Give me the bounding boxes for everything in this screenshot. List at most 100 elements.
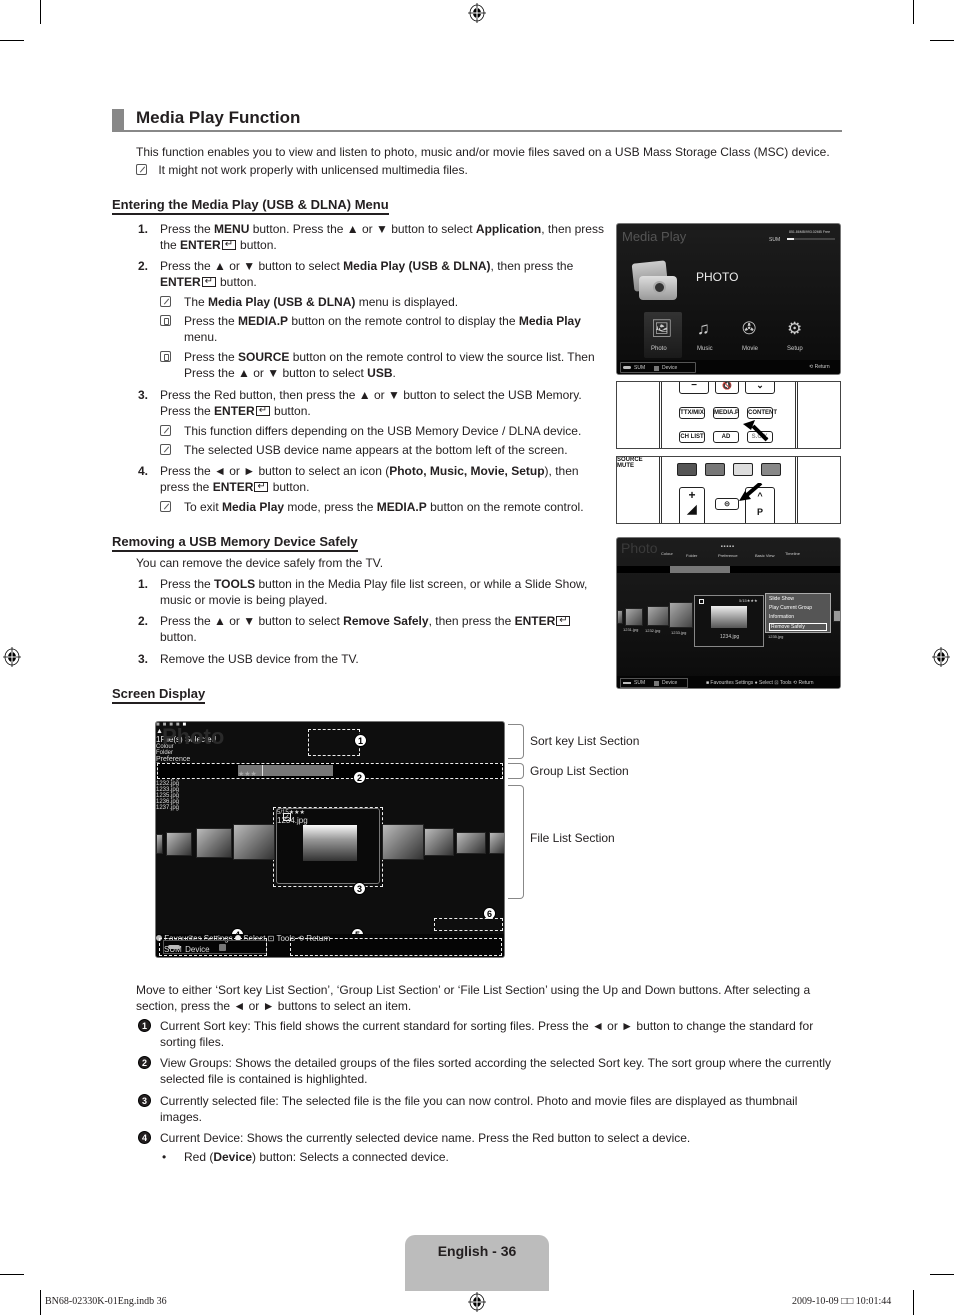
- sort-key-basic-view[interactable]: Basic View: [755, 553, 775, 558]
- storage-bar: [787, 238, 835, 240]
- red-key: [677, 463, 697, 476]
- removing-step-3: Remove the USB device from the TV.: [160, 652, 359, 666]
- file-thumbnail[interactable]: [382, 824, 424, 860]
- registration-mark-icon: [468, 1292, 486, 1312]
- tools-menu-item[interactable]: Information: [769, 614, 794, 620]
- section-title: Media Play Function: [136, 108, 301, 127]
- callout-sort-key: Sort key List Section: [530, 734, 640, 748]
- usb-icon: [623, 366, 631, 369]
- remote-control-bottom-illustration: + ◢ SOURCE ⊝ MUTE ^ P: [616, 456, 841, 524]
- file-thumbnail[interactable]: [233, 824, 275, 860]
- screen-footer: SUM Device ⟲ Return: [617, 360, 840, 374]
- tools-menu-item[interactable]: Play Current Group: [769, 605, 812, 611]
- entering-note-3a: This function differs depending on the U…: [160, 423, 605, 439]
- device-highlight: [159, 938, 267, 956]
- footer-timestamp: 2009-10-09 □□ 10:01:44: [792, 1296, 892, 1307]
- callout-file-list: File List Section: [530, 831, 615, 845]
- note-icon: [160, 296, 171, 307]
- sort-key-colour[interactable]: Colour: [661, 551, 673, 556]
- file-name: 1234.jpg: [720, 634, 740, 640]
- footer-device-name: SUM: [634, 680, 646, 686]
- crop-mark: [930, 1274, 954, 1275]
- file-thumbnail[interactable]: [156, 834, 163, 854]
- footer-actions: ■ Favourites Settings ● Select ⊡ Tools ⟲…: [706, 680, 814, 686]
- photo-icon: 🖼: [651, 319, 673, 338]
- sort-key-timeline[interactable]: Timeline: [785, 551, 800, 556]
- file-thumbnail[interactable]: [424, 828, 454, 856]
- thumbnail-image: [711, 606, 747, 628]
- file-counter: 5/15★★★: [739, 598, 758, 603]
- footer-device-name: SUM: [634, 365, 646, 371]
- select-button[interactable]: ● Select: [755, 680, 773, 686]
- crop-mark: [0, 40, 24, 41]
- marker-2: 2: [353, 771, 366, 784]
- menu-item-photo[interactable]: Photo: [651, 346, 667, 352]
- file-thumbnail[interactable]: [196, 828, 232, 858]
- photo-tools-screen: Photo 5/15★★★ 1234.jpg Slide Show Play Cu…: [616, 537, 841, 689]
- enter-icon: [556, 613, 571, 629]
- sort-key-preference[interactable]: Preference: [156, 756, 504, 763]
- return-button[interactable]: ⟲ Return: [809, 364, 830, 370]
- footer-file-info: BN68-02330K-01Eng.indb 36: [45, 1296, 167, 1307]
- film-reel-icon: ✇: [742, 319, 757, 338]
- entering-note-2b: Press the MEDIA.P button on the remote c…: [160, 313, 605, 345]
- intro-text: This function enables you to view and li…: [136, 145, 830, 159]
- bracket-group-list: [508, 763, 524, 779]
- footer-device-button[interactable]: Device: [662, 680, 677, 686]
- selected-file-card[interactable]: 5/15★★★ 1234.jpg: [694, 595, 764, 647]
- crop-mark: [0, 1274, 24, 1275]
- favourites-settings-button[interactable]: ■ Favourites Settings: [706, 680, 753, 686]
- menu-item-music[interactable]: Music: [697, 346, 713, 352]
- file-name: 1232.jpg: [645, 628, 661, 633]
- registration-mark-icon: [932, 647, 950, 667]
- intro-note-text: It might not work properly with unlicens…: [158, 163, 468, 177]
- group-list-highlight: [157, 763, 503, 779]
- file-thumbnail[interactable]: [647, 606, 669, 626]
- step-number: 2.: [138, 259, 149, 273]
- storage-bar-fill: [787, 238, 795, 240]
- footer-device-button[interactable]: Device: [662, 365, 677, 371]
- file-thumbnail[interactable]: [833, 610, 840, 622]
- entering-step-1: Press the MENU button. Press the ▲ or ▼ …: [160, 221, 605, 253]
- camera-icon: [631, 260, 677, 302]
- menu-item-setup[interactable]: Setup: [787, 346, 803, 352]
- menu-item-movie[interactable]: Movie: [742, 346, 758, 352]
- file-thumbnail[interactable]: [456, 832, 486, 854]
- crop-mark: [913, 0, 914, 24]
- crop-mark: [40, 0, 41, 24]
- item-description-1: Current Sort key: This field shows the c…: [160, 1019, 814, 1049]
- media-play-screen: Media Play SUM 851.86MB/993.02MB Free PH…: [616, 223, 841, 375]
- file-thumbnail[interactable]: [166, 832, 192, 856]
- item-description-4: Current Device: Shows the currently sele…: [160, 1131, 691, 1145]
- bullet-icon: •: [162, 1150, 167, 1164]
- ad-button: AD: [713, 431, 739, 443]
- file-thumbnail[interactable]: [617, 610, 623, 624]
- file-thumbnail[interactable]: [625, 608, 643, 626]
- step-number: 2.: [138, 614, 149, 628]
- step-number: 1.: [138, 222, 149, 236]
- file-name: 1231.jpg: [623, 627, 639, 632]
- red-button-icon: [654, 681, 659, 686]
- pointer-arrow-icon: [739, 483, 763, 501]
- sort-key-folder[interactable]: Folder: [686, 553, 697, 558]
- checkbox-icon[interactable]: [699, 599, 704, 604]
- file-thumbnail[interactable]: [489, 832, 504, 854]
- sort-page-dots: ■■■■■: [721, 544, 736, 548]
- heading-bar: [112, 109, 124, 130]
- screen-title: Media Play: [622, 229, 687, 244]
- step-number: 3.: [138, 388, 149, 402]
- tools-button[interactable]: ⊡ Tools: [774, 680, 791, 686]
- ttx-mix-button: TTX/MIX: [679, 407, 705, 419]
- removing-intro: You can remove the device safely from th…: [136, 556, 384, 570]
- file-thumbnail[interactable]: [669, 602, 693, 628]
- file-name: 1233.jpg: [671, 630, 687, 635]
- note-icon: [160, 425, 171, 436]
- sort-key-preference[interactable]: Preference: [718, 553, 738, 558]
- section-heading: Media Play Function: [112, 108, 842, 132]
- selected-file-highlight: [273, 807, 383, 887]
- tools-menu-item[interactable]: Slide Show: [769, 596, 794, 602]
- tools-menu-item[interactable]: Remove Safely: [769, 623, 827, 631]
- entering-step-4: Press the ◄ or ► button to select an ico…: [160, 463, 605, 495]
- entering-step-2: Press the ▲ or ▼ button to select Media …: [160, 258, 605, 290]
- return-button[interactable]: ⟲ Return: [793, 680, 814, 686]
